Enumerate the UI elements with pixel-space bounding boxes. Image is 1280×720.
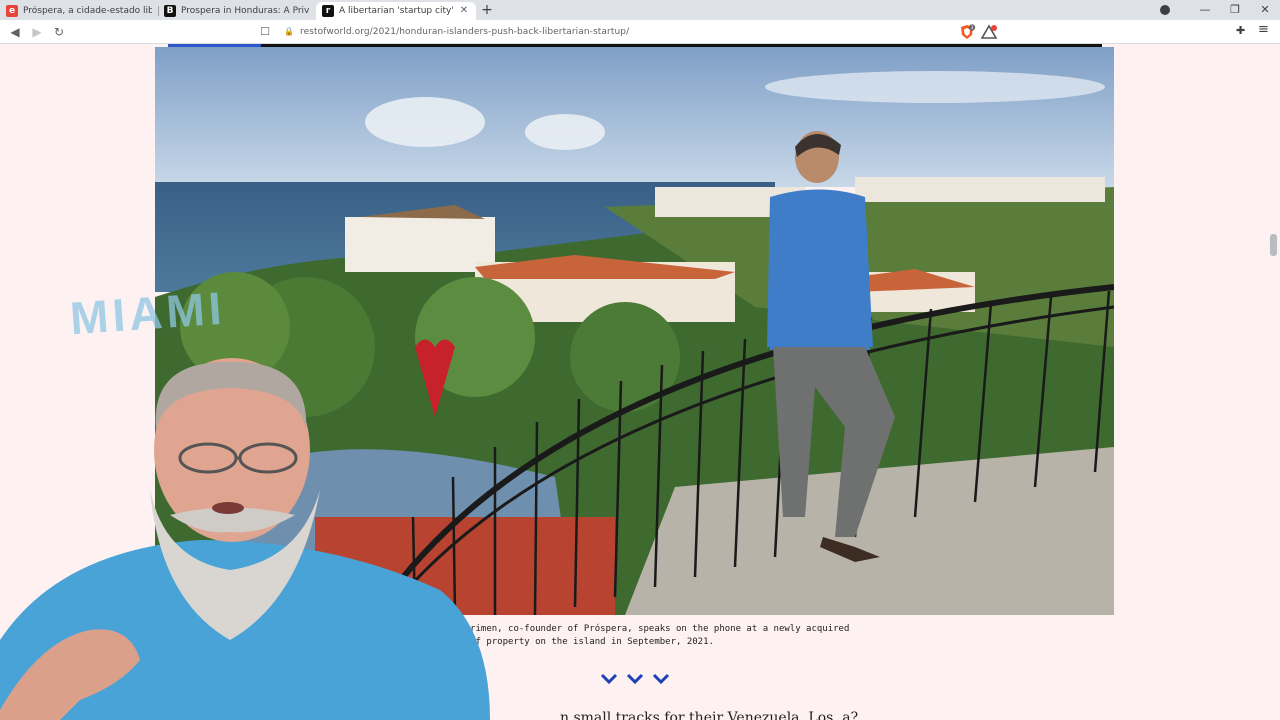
next-paragraph-partial: n small tracks for their Venezuela, Los,…: [560, 710, 859, 720]
svg-text:3: 3: [971, 25, 974, 31]
chevron-down-icon: [626, 673, 644, 685]
close-window-icon[interactable]: ✕: [1250, 0, 1280, 20]
restore-icon[interactable]: ❐: [1220, 0, 1250, 20]
tab-title: Próspera, a cidade-estado liberal em: [23, 6, 152, 16]
tab-favicon: e: [6, 5, 18, 17]
browser-toolbar: ◀ ▶ ↻ ☐ 🔒 restofworld.org/2021/honduran-…: [0, 20, 1280, 44]
browser-tab-2[interactable]: B Prospera in Honduras: A Private Tech: [158, 2, 316, 20]
tab-favicon: r: [322, 5, 334, 17]
browser-tab-3-active[interactable]: r A libertarian 'startup city' in Hond ✕: [316, 2, 476, 20]
forward-icon[interactable]: ▶: [26, 21, 48, 43]
brave-shield-icon[interactable]: 3: [958, 23, 976, 41]
tab-title: A libertarian 'startup city' in Hond: [339, 6, 455, 16]
browser-tab-1[interactable]: e Próspera, a cidade-estado liberal em: [0, 2, 158, 20]
chevron-down-icon: [600, 673, 618, 685]
chevron-down-icon: [652, 673, 670, 685]
photo-caption: ick Brimen, co-founder of Próspera, spea…: [443, 623, 863, 649]
reload-icon[interactable]: ↻: [48, 21, 70, 43]
tab-title: Prospera in Honduras: A Private Tech: [181, 6, 310, 16]
brave-rewards-icon[interactable]: [981, 23, 999, 41]
tab-close-icon[interactable]: ✕: [458, 5, 470, 17]
presenter-shirt-text: MIAMI: [68, 281, 228, 345]
tab-strip: e Próspera, a cidade-estado liberal em B…: [0, 0, 1280, 20]
browser-menu-icon[interactable]: ≡: [1258, 22, 1269, 37]
new-tab-button[interactable]: +: [476, 2, 498, 20]
bookmark-icon[interactable]: ☐: [258, 25, 272, 38]
extensions-puzzle-icon[interactable]: ✚: [1236, 24, 1245, 37]
caption-line-2: tion of property on the island in Septem…: [443, 637, 714, 647]
caption-line-1: ick Brimen, co-founder of Próspera, spea…: [443, 624, 850, 634]
tab-favicon: B: [164, 5, 176, 17]
minimize-icon[interactable]: —: [1190, 0, 1220, 20]
scrollbar-thumb[interactable]: [1270, 234, 1277, 256]
lock-icon[interactable]: 🔒: [284, 27, 294, 36]
back-icon[interactable]: ◀: [4, 21, 26, 43]
address-bar[interactable]: ☐ 🔒 restofworld.org/2021/honduran-island…: [258, 21, 948, 43]
window-controls: — ❐ ✕: [1154, 0, 1280, 20]
tab-search-icon[interactable]: [1154, 0, 1176, 20]
url-text: restofworld.org/2021/honduran-islanders-…: [300, 26, 630, 37]
section-divider-chevrons: [600, 673, 670, 685]
webcam-overlay-presenter: [0, 358, 490, 720]
